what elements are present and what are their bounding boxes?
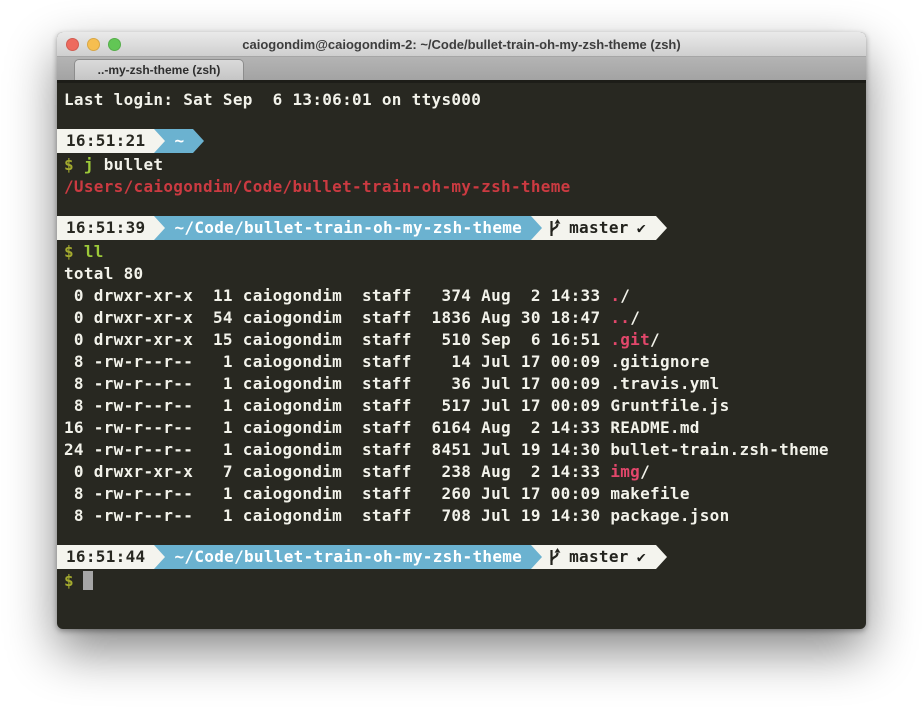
command-input-line[interactable]: $ [64, 570, 866, 592]
prompt-path-segment: ~ [165, 129, 193, 153]
ls-file-name: bullet-train.zsh-theme [610, 440, 829, 459]
prompt-time-segment: 16:51:44 [57, 545, 154, 569]
terminal-content[interactable]: Last login: Sat Sep 6 13:06:01 on ttys00… [57, 83, 866, 629]
ls-file-name: .gitignore [610, 352, 709, 371]
close-window-button[interactable] [66, 38, 79, 51]
git-branch-icon [548, 219, 561, 238]
ls-row: 0 drwxr-xr-x 7 caiogondim staff 238 Aug … [64, 461, 866, 483]
ls-row-meta: 8 -rw-r--r-- 1 caiogondim staff 14 Jul 1… [64, 352, 610, 371]
ls-row: 8 -rw-r--r-- 1 caiogondim staff 260 Jul … [64, 483, 866, 505]
ls-file-name: .travis.yml [610, 374, 719, 393]
blank-line [64, 111, 866, 128]
prompt-time-segment: 16:51:21 [57, 129, 154, 153]
ls-row: 8 -rw-r--r-- 1 caiogondim staff 36 Jul 1… [64, 373, 866, 395]
powerline-separator-icon [656, 216, 667, 240]
prompt-char: $ [64, 571, 74, 590]
ls-row: 8 -rw-r--r-- 1 caiogondim staff 517 Jul … [64, 395, 866, 417]
terminal-tab[interactable]: ..-my-zsh-theme (zsh) [74, 59, 244, 80]
traffic-lights [66, 32, 121, 56]
ls-row-meta: 0 drwxr-xr-x 54 caiogondim staff 1836 Au… [64, 308, 610, 327]
git-clean-check-icon: ✔ [637, 546, 646, 568]
powerline-separator-icon [656, 545, 667, 569]
ls-row: 0 drwxr-xr-x 15 caiogondim staff 510 Sep… [64, 329, 866, 351]
powerline-separator-icon [154, 129, 165, 153]
ls-file-name: Gruntfile.js [610, 396, 729, 415]
prompt-path-segment: ~/Code/bullet-train-oh-my-zsh-theme [165, 216, 531, 240]
window-titlebar[interactable]: caiogondim@caiogondim-2: ~/Code/bullet-t… [57, 32, 866, 57]
ls-row: 24 -rw-r--r-- 1 caiogondim staff 8451 Ju… [64, 439, 866, 461]
ls-row-meta: 24 -rw-r--r-- 1 caiogondim staff 8451 Ju… [64, 440, 610, 459]
prompt-line: 16:51:44 ~/Code/bullet-train-oh-my-zsh-t… [57, 545, 866, 569]
prompt-git-segment: master ✔ [542, 545, 656, 569]
ls-file-name: makefile [610, 484, 689, 503]
git-clean-check-icon: ✔ [637, 217, 646, 239]
prompt-char: $ [64, 155, 84, 174]
ls-dir-name: . [610, 286, 620, 305]
ls-row-meta: 16 -rw-r--r-- 1 caiogondim staff 6164 Au… [64, 418, 610, 437]
blank-line [64, 198, 866, 215]
powerline-separator-icon [193, 129, 204, 153]
ls-row: 8 -rw-r--r-- 1 caiogondim staff 708 Jul … [64, 505, 866, 527]
prompt-git-segment: master ✔ [542, 216, 656, 240]
ls-row-meta: 0 drwxr-xr-x 7 caiogondim staff 238 Aug … [64, 462, 610, 481]
terminal-window: caiogondim@caiogondim-2: ~/Code/bullet-t… [57, 32, 866, 629]
tab-bar: ..-my-zsh-theme (zsh) [57, 57, 866, 83]
command-line: $ ll [64, 241, 866, 263]
terminal-cursor [83, 571, 93, 590]
tab-label: ..-my-zsh-theme (zsh) [98, 63, 221, 77]
ls-row-meta: 0 drwxr-xr-x 15 caiogondim staff 510 Sep… [64, 330, 610, 349]
ls-row-meta: 8 -rw-r--r-- 1 caiogondim staff 260 Jul … [64, 484, 610, 503]
ls-dir-name: .. [610, 308, 630, 327]
git-branch-name: master [569, 217, 629, 239]
blank-line [64, 527, 866, 544]
prompt-path-segment: ~/Code/bullet-train-oh-my-zsh-theme [165, 545, 531, 569]
powerline-separator-icon [531, 216, 542, 240]
zoom-window-button[interactable] [108, 38, 121, 51]
ls-dir-slash: / [630, 308, 640, 327]
ls-dir-slash: / [620, 286, 630, 305]
ls-dir-slash: / [640, 462, 650, 481]
ls-total-line: total 80 [64, 263, 866, 285]
git-branch-icon [548, 548, 561, 567]
prompt-line: 16:51:39 ~/Code/bullet-train-oh-my-zsh-t… [57, 216, 866, 240]
command-text: ll [84, 242, 104, 261]
ls-row: 0 drwxr-xr-x 54 caiogondim staff 1836 Au… [64, 307, 866, 329]
command-line: $ j bullet [64, 154, 866, 176]
window-title: caiogondim@caiogondim-2: ~/Code/bullet-t… [242, 37, 680, 52]
powerline-separator-icon [154, 216, 165, 240]
ls-file-name: package.json [610, 506, 729, 525]
ls-file-name: README.md [610, 418, 699, 437]
prompt-time-segment: 16:51:39 [57, 216, 154, 240]
ls-row: 16 -rw-r--r-- 1 caiogondim staff 6164 Au… [64, 417, 866, 439]
ls-dir-name: .git [610, 330, 650, 349]
last-login-line: Last login: Sat Sep 6 13:06:01 on ttys00… [64, 89, 866, 111]
ls-row-meta: 8 -rw-r--r-- 1 caiogondim staff 708 Jul … [64, 506, 610, 525]
ls-row-meta: 8 -rw-r--r-- 1 caiogondim staff 517 Jul … [64, 396, 610, 415]
desktop-background: caiogondim@caiogondim-2: ~/Code/bullet-t… [0, 0, 922, 710]
command-args: bullet [94, 155, 164, 174]
powerline-separator-icon [531, 545, 542, 569]
ls-row-meta: 8 -rw-r--r-- 1 caiogondim staff 36 Jul 1… [64, 374, 610, 393]
ls-row: 0 drwxr-xr-x 11 caiogondim staff 374 Aug… [64, 285, 866, 307]
autojump-output-line: /Users/caiogondim/Code/bullet-train-oh-m… [64, 176, 866, 198]
prompt-char: $ [64, 242, 84, 261]
ls-row-meta: 0 drwxr-xr-x 11 caiogondim staff 374 Aug… [64, 286, 610, 305]
command-text: j [84, 155, 94, 174]
prompt-line: 16:51:21 ~ [57, 129, 866, 153]
minimize-window-button[interactable] [87, 38, 100, 51]
ls-dir-slash: / [650, 330, 660, 349]
git-branch-name: master [569, 546, 629, 568]
powerline-separator-icon [154, 545, 165, 569]
ls-row: 8 -rw-r--r-- 1 caiogondim staff 14 Jul 1… [64, 351, 866, 373]
ls-dir-name: img [610, 462, 640, 481]
